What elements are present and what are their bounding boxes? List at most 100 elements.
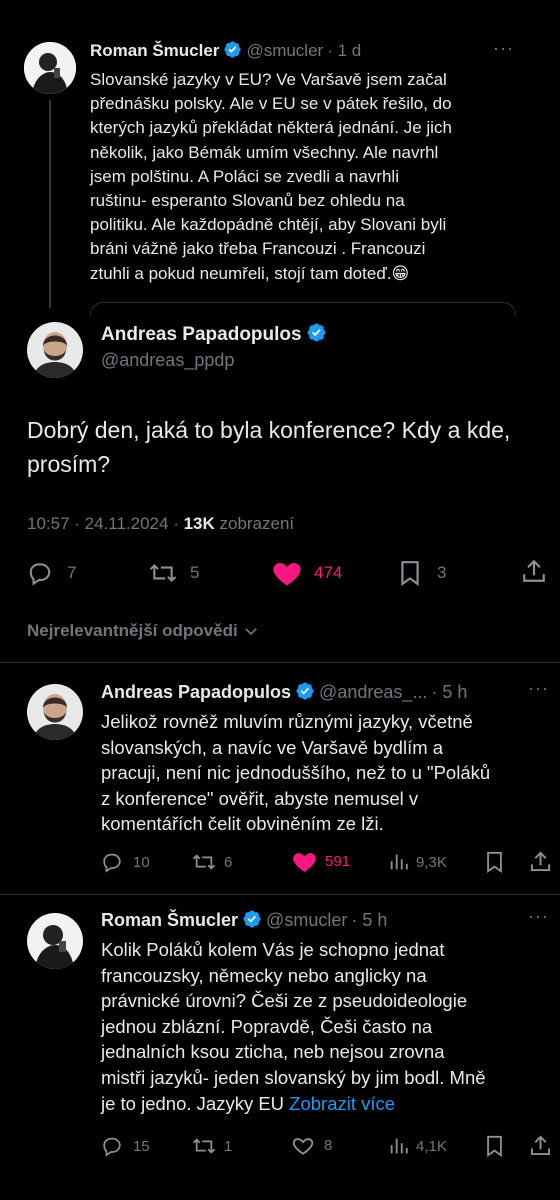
share-button[interactable]: [522, 558, 546, 584]
views-count: 4,1K: [416, 1137, 447, 1155]
author-name[interactable]: Andreas Papadopulos: [101, 324, 302, 345]
views-count: 9,3K: [416, 853, 447, 871]
tweet-line: je to jedno. Jazyky EU Zobrazit více: [101, 1091, 553, 1117]
tweet-line: slovanských, a navíc ve Varšavě bydlím a: [101, 736, 444, 758]
reply-header: Andreas Papadopulos @andreas_... · 5 h: [101, 681, 467, 706]
sort-label: Nejrelevantnější odpovědi: [27, 621, 238, 640]
repost-icon: [192, 854, 216, 870]
tweet-line: jsem polštinu. A Poláci se zvedli a navr…: [90, 166, 399, 186]
author-name[interactable]: Andreas Papadopulos: [101, 682, 291, 702]
tweet-line: přednášku polsky. Ale v EU se v pátek ře…: [90, 94, 452, 114]
more-options-icon[interactable]: ···: [493, 38, 514, 59]
author-handle[interactable]: @andreas_ppdp: [101, 350, 234, 371]
author-handle[interactable]: @smucler: [266, 910, 347, 930]
tweet-timestamp[interactable]: 10:57 · 24.11.2024 ·: [27, 514, 184, 533]
verified-badge-icon: [306, 322, 327, 349]
repost-button[interactable]: 6: [192, 851, 232, 873]
bookmark-button[interactable]: [485, 851, 504, 873]
reply-icon: [103, 1137, 121, 1157]
main-tweet-header: Andreas Papadopulos: [101, 322, 331, 349]
views-label: zobrazení: [214, 514, 295, 533]
tweet-line-text: je to jedno. Jazyky EU: [101, 1092, 290, 1114]
tweet-line: mistři jazyků- jeden slovanský by jim bo…: [101, 1066, 486, 1088]
bookmark-icon: [487, 1135, 502, 1157]
share-icon: [530, 1135, 551, 1156]
show-more-link[interactable]: Zobrazit více: [289, 1093, 395, 1114]
tweet-line: z konference" ověřit, abyste nemusel v: [101, 787, 419, 809]
reply-button[interactable]: 10: [101, 851, 150, 873]
tweet-line: kterých jazyků překládat některá jednání…: [90, 118, 452, 138]
heart-outline-icon: [292, 1138, 314, 1155]
more-options-icon[interactable]: ···: [528, 906, 549, 927]
author-name[interactable]: Roman Šmucler: [90, 41, 219, 60]
repost-count: 6: [224, 853, 233, 871]
more-options-icon[interactable]: ···: [528, 678, 549, 699]
views-chart-icon: [390, 854, 408, 870]
sort-dropdown[interactable]: Nejrelevantnější odpovědi: [27, 621, 260, 641]
share-button[interactable]: [530, 850, 551, 873]
tweet-header: Roman Šmucler @smucler · 1 d: [90, 40, 361, 64]
reply-icon: [103, 853, 121, 873]
repost-count: 5: [190, 563, 200, 582]
reply-count: 10: [133, 853, 150, 871]
verified-badge-icon: [223, 40, 242, 64]
like-button[interactable]: 591: [292, 850, 350, 873]
heart-icon: [273, 563, 301, 586]
thread-line: [49, 100, 51, 308]
tweet-line: Kolik Poláků kolem Vás je schopno jednat: [101, 939, 445, 960]
reply-button[interactable]: 15: [101, 1135, 150, 1157]
repost-button[interactable]: 1: [192, 1135, 232, 1157]
views-button[interactable]: 4,1K: [388, 1135, 447, 1157]
repost-icon: [149, 563, 177, 583]
share-icon: [530, 851, 551, 872]
tweet-line: ztuhli a pokud neumřeli, stojí tam doteď…: [90, 263, 410, 283]
bookmark-count: 3: [437, 563, 447, 582]
tweet-line: bráni vážně jako třeba Francouzi . Franc…: [90, 239, 426, 259]
author-name[interactable]: Roman Šmucler: [101, 910, 238, 930]
author-handle[interactable]: @andreas_...: [319, 682, 427, 702]
tweet-line: Jelikož rovněž mluvím různými jazyky, vč…: [101, 711, 473, 732]
author-handle[interactable]: @smucler: [246, 41, 323, 60]
reply-button[interactable]: 7: [27, 560, 76, 586]
reply-time[interactable]: · 5 h: [351, 910, 387, 930]
like-button[interactable]: 474: [272, 559, 342, 587]
avatar[interactable]: [27, 684, 83, 740]
reply-count: 7: [67, 563, 77, 582]
reply-text: Kolik Poláků kolem Vás je schopno jednat…: [101, 937, 553, 1116]
heart-icon: [293, 853, 316, 872]
tweet-line: jednalních ksou zticha, neb nejsou zrovn…: [101, 1041, 445, 1063]
reply-text: Jelikož rovněž mluvím různými jazyky, vč…: [101, 709, 551, 837]
tweet-text: Slovanské jazyky v EU? Ve Varšavě jsem z…: [90, 68, 540, 286]
verified-badge-icon: [242, 909, 262, 934]
share-icon: [523, 559, 545, 582]
bookmark-button[interactable]: 3: [399, 560, 446, 586]
tweet-line: několik, jako Bémák umím všechny. Ale na…: [90, 142, 439, 162]
avatar[interactable]: [27, 913, 83, 969]
like-button[interactable]: 8: [292, 1135, 332, 1156]
main-tweet-text: Dobrý den, jaká to byla konference? Kdy …: [27, 413, 547, 481]
avatar[interactable]: [24, 42, 76, 94]
tweet-line: prosím?: [27, 451, 111, 477]
tweet-time[interactable]: · 1 d: [327, 41, 361, 60]
tweet-line: komentářích čelit obviněním ze lži.: [101, 813, 384, 835]
chevron-down-icon: [244, 628, 257, 636]
like-count: 8: [324, 1137, 333, 1154]
reply-count: 15: [133, 1137, 150, 1155]
views-button[interactable]: 9,3K: [388, 851, 447, 873]
share-button[interactable]: [530, 1134, 551, 1157]
bookmark-button[interactable]: [485, 1135, 504, 1157]
repost-button[interactable]: 5: [148, 560, 199, 586]
reply-icon: [29, 563, 51, 586]
tweet-line: ruštinu- esperanto Slovanů bez ohledu na: [90, 191, 405, 211]
bookmark-icon: [487, 851, 502, 873]
reply-header: Roman Šmucler @smucler · 5 h: [101, 909, 387, 934]
views-count: 13K: [183, 514, 215, 533]
tweet-line: politiku. Ale každopádně chtějí, aby Slo…: [90, 215, 447, 235]
reply-time[interactable]: · 5 h: [431, 682, 467, 702]
like-count: 591: [325, 853, 351, 870]
link-card[interactable]: [90, 302, 516, 315]
verified-badge-icon: [295, 681, 315, 706]
tweet-line: Slovanské jazyky v EU? Ve Varšavě jsem z…: [90, 70, 447, 89]
avatar[interactable]: [27, 322, 83, 378]
like-count: 474: [314, 563, 343, 582]
